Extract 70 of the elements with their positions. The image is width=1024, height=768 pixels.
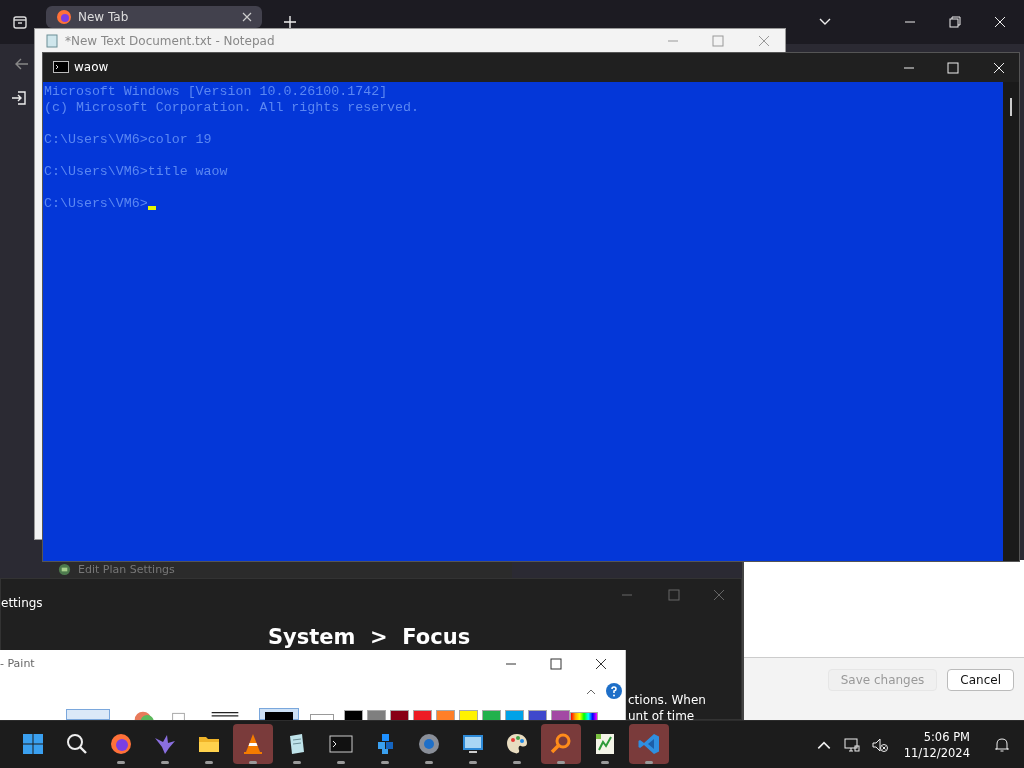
sign-in-icon[interactable]: [11, 90, 27, 106]
description-text: ctions. When: [628, 692, 706, 708]
color-swatch[interactable]: [367, 710, 386, 720]
running-indicator: [381, 761, 389, 764]
notepad-icon: [45, 34, 59, 48]
chart-page-icon: [593, 732, 617, 756]
color-one-swatch[interactable]: [259, 708, 299, 720]
color-swatch[interactable]: [459, 710, 478, 720]
maximize-icon[interactable]: [550, 658, 562, 670]
window-title: Edit Plan Settings: [78, 563, 175, 576]
console-line: (c) Microsoft Corporation. All rights reserved.: [44, 100, 420, 116]
fox-globe-icon: [109, 732, 133, 756]
running-indicator: [557, 761, 565, 764]
page-heading: System > Focus: [268, 625, 471, 649]
description-text: unt of time: [628, 708, 696, 724]
running-indicator: [117, 761, 125, 764]
window-title: waow: [74, 60, 109, 74]
traffic-cone-icon: [241, 732, 265, 756]
browser-tab[interactable]: New Tab: [46, 6, 262, 28]
console-line: C:\Users\VM6>: [44, 196, 148, 212]
code-editor-icon: [637, 732, 661, 756]
color-swatch[interactable]: [551, 710, 570, 720]
color-swatch[interactable]: [390, 710, 409, 720]
color-two-swatch[interactable]: [310, 714, 334, 720]
scrollbar[interactable]: [1003, 82, 1019, 561]
color-swatch[interactable]: [528, 710, 547, 720]
text-cursor: [147, 206, 156, 210]
notification-bell-icon[interactable]: [994, 736, 1010, 753]
running-indicator: [645, 761, 653, 764]
color-swatch[interactable]: [436, 710, 455, 720]
restore-icon[interactable]: [949, 16, 961, 28]
running-indicator: [425, 761, 433, 764]
running-indicator: [337, 761, 345, 764]
back-arrow-icon[interactable]: [14, 56, 30, 72]
color-swatch[interactable]: [482, 710, 501, 720]
console-line: C:\Users\VM6>color 19: [44, 132, 212, 148]
battery-plan-icon: [58, 563, 71, 576]
color-swatch[interactable]: [344, 710, 363, 720]
color-swatch[interactable]: [505, 710, 524, 720]
terminal-icon: [53, 61, 69, 73]
tab-list-icon[interactable]: [12, 14, 28, 30]
monitor-icon: [461, 732, 485, 756]
help-icon[interactable]: [606, 683, 622, 699]
plus-icon[interactable]: [283, 15, 297, 29]
cancel-button[interactable]: Cancel: [947, 669, 1014, 691]
console-line: Microsoft Windows [Version 10.0.26100.1742]: [44, 84, 388, 100]
terminal-icon: [329, 732, 353, 756]
console-line: C:\Users\VM6>title waow: [44, 164, 228, 180]
rainbow-swatch[interactable]: [570, 712, 598, 720]
close-icon[interactable]: [595, 658, 607, 670]
muted-speaker-icon[interactable]: [871, 736, 888, 753]
running-indicator: [601, 761, 609, 764]
search-icon: [65, 732, 89, 756]
window-title: ettings: [1, 596, 43, 610]
network-icon[interactable]: [843, 736, 860, 753]
clock-button[interactable]: 5:06 PM 11/12/2024: [899, 728, 974, 761]
running-indicator: [249, 761, 257, 764]
magnifier-icon: [549, 732, 573, 756]
window-title: *New Text Document.txt - Notepad: [65, 34, 275, 48]
running-indicator: [205, 761, 213, 764]
running-indicator: [469, 761, 477, 764]
color-swatch[interactable]: [413, 710, 432, 720]
running-indicator: [293, 761, 301, 764]
start-icon: [21, 732, 45, 756]
gear-icon: [417, 732, 441, 756]
palette-icon: [505, 732, 529, 756]
fox-globe-icon: [56, 9, 72, 25]
running-indicator: [161, 761, 169, 764]
running-indicator: [513, 761, 521, 764]
window-title: - Paint: [0, 657, 35, 670]
